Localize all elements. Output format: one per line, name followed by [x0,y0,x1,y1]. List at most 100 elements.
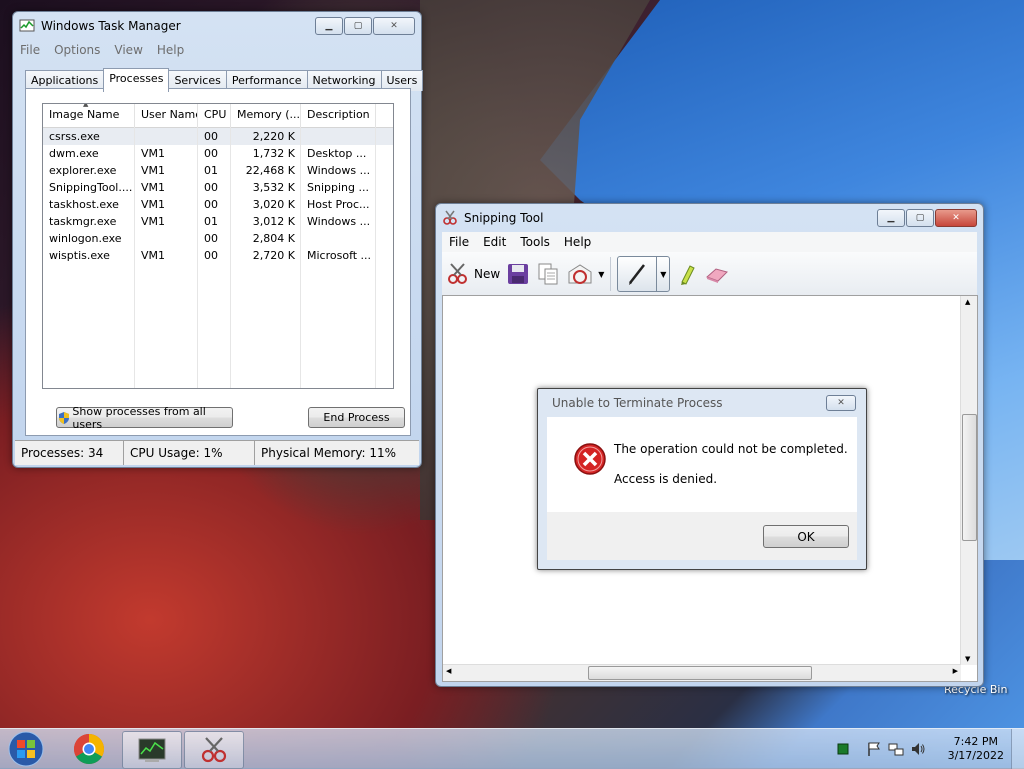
process-list[interactable]: ▲ Image Name User Name CPU Memory (... De… [42,103,394,389]
tab-processes[interactable]: Processes [103,68,170,92]
scissors-icon [443,210,457,225]
eraser-icon [706,268,729,283]
menu-bar: File Edit Tools Help [442,232,977,252]
column-user-name[interactable]: User Name [135,104,198,127]
close-button[interactable]: ✕ [373,17,415,35]
start-button[interactable] [4,730,48,768]
status-memory: Physical Memory: 11% [261,446,397,460]
table-row[interactable]: winlogon.exe 00 2,804 K [43,230,393,247]
close-icon: ✕ [390,21,398,31]
pen-dropdown-icon[interactable]: ▼ [657,257,669,291]
shield-icon [59,411,69,424]
error-icon [574,443,606,475]
minimize-button[interactable]: ▁ [877,209,905,227]
snipping-tool-titlebar[interactable]: Snipping Tool ▁ ▢ ✕ [436,204,983,232]
task-manager-icon [19,19,35,32]
network-icon[interactable] [888,741,904,757]
volume-icon[interactable] [910,741,926,757]
window-title: Windows Task Manager [41,19,181,33]
copy-button[interactable] [536,262,560,286]
cell-description: Desktop ... [307,147,367,160]
dialog-footer: OK [547,512,857,560]
taskbar-snipping-tool[interactable] [184,731,244,769]
vertical-scrollbar[interactable]: ▲ ▼ [960,296,977,665]
pen-tool-button[interactable]: ▼ [617,256,671,292]
menu-file[interactable]: File [13,43,47,57]
highlighter-icon [681,265,696,285]
app-tray-icon[interactable] [836,742,850,756]
maximize-icon: ▢ [915,213,925,223]
column-cpu[interactable]: CPU [198,104,231,127]
table-row[interactable]: csrss.exe 00 2,220 K [43,128,393,145]
processes-panel: ▲ Image Name User Name CPU Memory (... De… [25,88,411,436]
table-row[interactable]: wisptis.exe VM1 00 2,720 K Microsoft ... [43,247,393,264]
scroll-down-icon[interactable]: ▼ [965,655,970,663]
minimize-icon: ▁ [325,21,333,31]
cell-image-name: taskhost.exe [49,198,119,211]
save-button[interactable] [506,262,530,286]
table-row[interactable]: taskmgr.exe VM1 01 3,012 K Windows ... [43,213,393,230]
status-bar: Processes: 34 CPU Usage: 1% Physical Mem… [15,440,419,465]
dialog-titlebar[interactable]: Unable to Terminate Process ✕ [538,389,866,417]
ok-button[interactable]: OK [763,525,849,548]
taskbar-chrome[interactable] [60,731,118,767]
table-row[interactable]: taskhost.exe VM1 00 3,020 K Host Proc... [43,196,393,213]
copy-icon [538,263,558,285]
cell-cpu: 01 [204,215,218,228]
menu-help[interactable]: Help [557,235,598,249]
maximize-icon: ▢ [353,21,363,31]
menu-edit[interactable]: Edit [476,235,513,249]
menu-tools[interactable]: Tools [513,235,557,249]
cell-user-name: VM1 [141,181,166,194]
clock[interactable]: 7:42 PM 3/17/2022 [948,735,1004,763]
vertical-scroll-thumb[interactable] [962,414,977,541]
send-dropdown-icon[interactable]: ▼ [598,270,604,279]
show-all-users-button[interactable]: Show processes from all users [56,405,233,431]
maximize-button[interactable]: ▢ [344,17,372,35]
error-message: The operation could not be completed. [614,442,848,456]
task-manager-titlebar[interactable]: Windows Task Manager ▁ ▢ ✕ [13,12,421,40]
cell-memory: 2,720 K [252,249,295,262]
highlighter-button[interactable] [676,262,698,286]
menu-options[interactable]: Options [47,43,107,57]
horizontal-scrollbar[interactable]: ◀ ▶ [443,664,961,681]
table-row[interactable]: explorer.exe VM1 01 22,468 K Windows ... [43,162,393,179]
end-process-label: End Process [323,411,390,424]
scroll-up-icon[interactable]: ▲ [965,298,970,306]
cell-image-name: explorer.exe [49,164,117,177]
cell-image-name: wisptis.exe [49,249,110,262]
scroll-right-icon[interactable]: ▶ [953,667,958,675]
horizontal-scroll-thumb[interactable] [588,666,812,680]
menu-file[interactable]: File [442,235,476,249]
ok-label: OK [797,529,815,544]
menu-help[interactable]: Help [150,43,191,57]
send-snip-button[interactable]: ▼ [566,262,604,286]
cell-memory: 2,804 K [252,232,295,245]
column-memory[interactable]: Memory (... [231,104,301,127]
error-dialog: Unable to Terminate Process ✕ The operat… [537,388,867,570]
dialog-close-button[interactable]: ✕ [826,395,856,411]
table-row[interactable]: SnippingTool.... VM1 00 3,532 K Snipping ... [43,179,393,196]
clock-time: 7:42 PM [953,735,998,748]
maximize-button[interactable]: ▢ [906,209,934,227]
column-image-name[interactable]: ▲ Image Name [43,104,135,127]
table-row[interactable]: dwm.exe VM1 00 1,732 K Desktop ... [43,145,393,162]
cell-description: Host Proc... [307,198,370,211]
eraser-button[interactable] [704,262,730,286]
scroll-left-icon[interactable]: ◀ [446,667,451,675]
window-title: Snipping Tool [464,211,544,225]
cell-user-name: VM1 [141,147,166,160]
cell-cpu: 01 [204,164,218,177]
taskbar-task-manager[interactable] [122,731,182,769]
column-description[interactable]: Description [301,104,376,127]
menu-view[interactable]: View [107,43,149,57]
status-cpu: CPU Usage: 1% [124,441,255,465]
close-button[interactable]: ✕ [935,209,977,227]
end-process-button[interactable]: End Process [308,407,405,428]
show-desktop-button[interactable] [1011,729,1024,769]
pen-icon [629,264,646,285]
new-snip-button[interactable]: New [446,262,500,286]
action-center-flag-icon[interactable] [866,741,882,757]
minimize-button[interactable]: ▁ [315,17,343,35]
minimize-icon: ▁ [887,213,895,223]
